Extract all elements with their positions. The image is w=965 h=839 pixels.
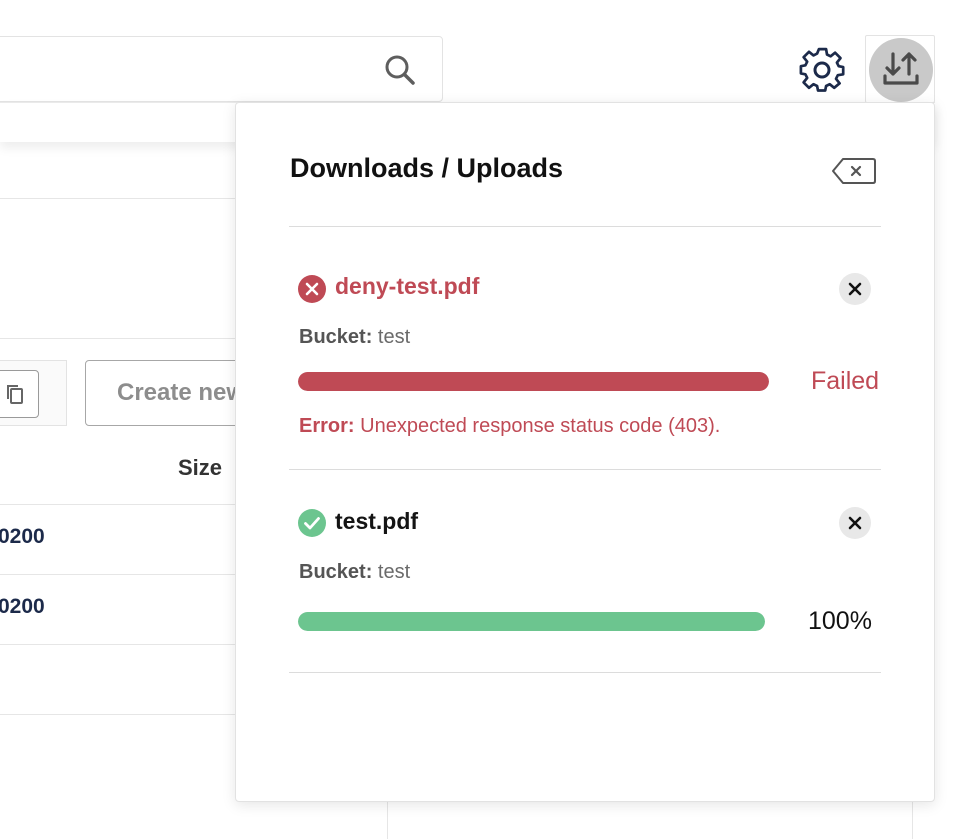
bucket-label: Bucket:: [299, 561, 373, 583]
status-text: 100%: [808, 607, 872, 635]
bucket-name: test: [377, 326, 411, 348]
progress-bar: [298, 612, 765, 631]
gear-icon[interactable]: [796, 44, 848, 96]
bucket-info: Bucket: test: [299, 326, 410, 349]
bucket-name: test: [377, 561, 411, 583]
upload-download-icon: [869, 38, 933, 102]
divider: [0, 714, 235, 715]
file-name: deny-test.pdf: [335, 273, 480, 299]
divider: [0, 504, 235, 505]
toolbar-group: [0, 360, 67, 426]
copy-icon: [7, 385, 23, 404]
transfers-panel: Downloads / Uploads deny-test.pdf Bucket…: [235, 102, 935, 802]
close-icon: [848, 282, 862, 296]
create-new-button[interactable]: Create new: [85, 360, 255, 426]
progress-bar: [298, 372, 769, 391]
divider: [0, 574, 235, 575]
bucket-label: Bucket:: [299, 326, 373, 348]
status-text: Failed: [811, 367, 880, 395]
file-name: test.pdf: [335, 508, 419, 534]
close-icon: [848, 516, 862, 530]
transfers-button[interactable]: [865, 35, 935, 103]
divider: [0, 338, 235, 339]
remove-item-button[interactable]: [839, 507, 871, 539]
bucket-info: Bucket: test: [299, 561, 410, 584]
error-status-icon: [298, 275, 326, 303]
search-input[interactable]: [0, 36, 443, 102]
error-message: Error: Unexpected response status code (…: [299, 415, 720, 438]
divider: [0, 198, 235, 199]
table-row[interactable]: 0200: [0, 525, 45, 549]
divider: [289, 226, 881, 227]
remove-item-button[interactable]: [839, 273, 871, 305]
divider: [289, 469, 881, 470]
divider: [0, 644, 235, 645]
column-header-size[interactable]: Size: [178, 455, 222, 481]
copy-button[interactable]: [0, 370, 39, 418]
backspace-clear-icon[interactable]: [831, 156, 877, 186]
panel-title: Downloads / Uploads: [290, 153, 564, 183]
search-icon[interactable]: [384, 54, 416, 86]
divider: [387, 800, 388, 839]
error-label: Error:: [299, 415, 355, 437]
progress-fill: [298, 612, 765, 631]
table-row[interactable]: 0200: [0, 595, 45, 619]
success-status-icon: [298, 509, 326, 537]
divider: [289, 672, 881, 673]
progress-fill: [298, 372, 769, 391]
error-text: Unexpected response status code (403).: [360, 415, 721, 437]
divider: [912, 800, 913, 839]
